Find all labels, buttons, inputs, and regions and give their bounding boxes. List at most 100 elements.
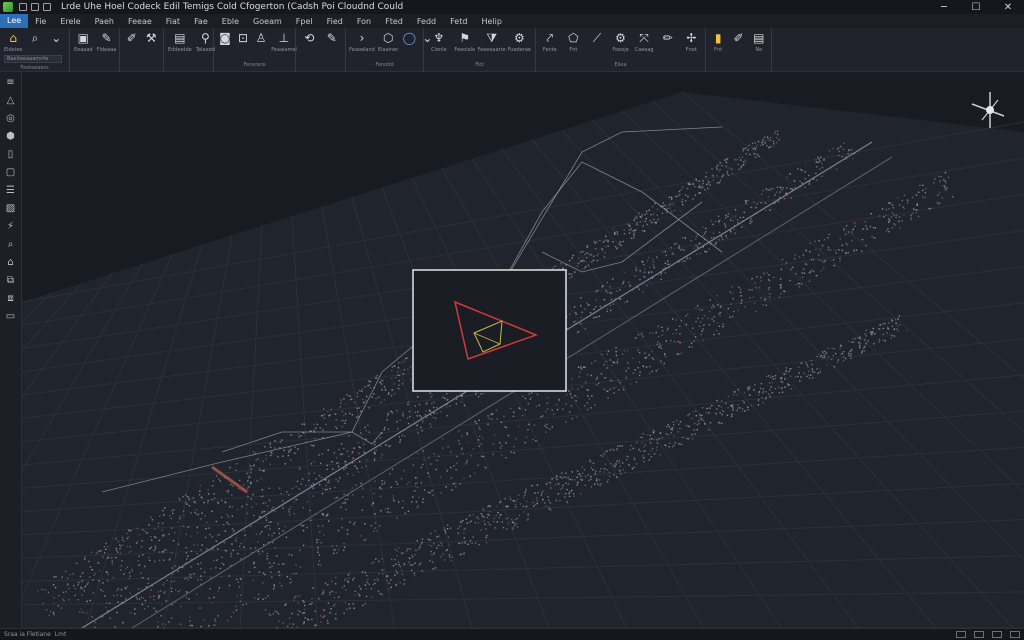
edit-tool-button[interactable]: ✎ xyxy=(323,31,342,47)
tool-tool-button[interactable]: ⟋ xyxy=(587,31,607,47)
maximize-button[interactable]: ☐ xyxy=(960,0,992,14)
save-tool-button[interactable]: ▣ Eeaaad xyxy=(74,31,93,53)
menu-item[interactable]: Fiat xyxy=(159,17,187,26)
cloud-point xyxy=(460,401,462,403)
settings-toggle-icon[interactable] xyxy=(1010,631,1020,638)
menu-item[interactable]: Fie xyxy=(28,17,53,26)
navigation-gizmo[interactable] xyxy=(971,92,1005,128)
cube-icon[interactable]: ⬢ xyxy=(5,130,17,142)
search-icon[interactable]: ⌕ xyxy=(5,238,17,250)
minimize-button[interactable]: ─ xyxy=(928,0,960,14)
menu-item[interactable]: Eble xyxy=(215,17,246,26)
window-icon[interactable]: ▭ xyxy=(5,310,17,322)
cloud-point xyxy=(732,292,734,294)
file-tool-button[interactable]: ▤ Eddeetde xyxy=(168,31,192,53)
cloud-point xyxy=(153,549,155,552)
bolt-icon[interactable]: ⚡ xyxy=(5,220,17,232)
box-icon[interactable]: ▢ xyxy=(5,166,17,178)
wand-tool-button[interactable]: ⚒ xyxy=(144,31,160,47)
folder-tool-button[interactable]: ▮ Fnt xyxy=(710,31,726,53)
viewport-canvas[interactable] xyxy=(22,72,1024,628)
menu-item[interactable]: Lee xyxy=(0,14,29,28)
cloud-point xyxy=(676,419,678,422)
layers-tool-button[interactable]: ▤ Ne xyxy=(751,31,767,53)
cloud-point xyxy=(850,149,853,151)
pin-tool-button[interactable]: ⚲ Telaadd xyxy=(196,31,215,53)
menu-item[interactable]: Fedd xyxy=(410,17,443,26)
filter-tool-button[interactable]: ⧩ Faeeeaarte xyxy=(478,31,506,54)
marker-tool-button[interactable]: ✐ xyxy=(730,31,746,47)
image-icon[interactable]: ▨ xyxy=(5,202,17,214)
chevron-down-tool-button[interactable]: ⌄ xyxy=(48,31,65,47)
cloud-point xyxy=(759,387,762,390)
arrow-tool-button[interactable]: › Feaoeland xyxy=(349,31,375,53)
cloud-point xyxy=(382,380,384,382)
copy-icon[interactable]: ⧉ xyxy=(5,274,17,286)
cloud-point xyxy=(131,570,134,572)
dig-tool-button[interactable]: ⤤ Fente xyxy=(540,31,560,54)
menu-item[interactable]: Fted xyxy=(378,17,410,26)
flag-tool-button[interactable]: ⚑ Feeoiale xyxy=(454,31,476,53)
inset-preview-panel[interactable] xyxy=(412,269,567,392)
menu-item[interactable]: Helip xyxy=(474,17,508,26)
pencil-tool-button[interactable]: ✏ xyxy=(658,31,678,47)
circle-tool-button[interactable]: ◯ xyxy=(402,31,416,47)
cloud-point xyxy=(838,154,840,157)
snap-toggle-icon[interactable] xyxy=(956,631,966,638)
fan-tool-button[interactable]: ✢ Fnot xyxy=(681,31,701,53)
cloud-point xyxy=(357,415,360,417)
layers-icon[interactable]: ≡ xyxy=(5,76,17,88)
scale-icon[interactable]: ⧈ xyxy=(5,292,17,304)
cloud-point xyxy=(492,443,495,445)
menu-item[interactable]: Goeam xyxy=(246,17,289,26)
polygon-tool-button[interactable]: ⬡ Eiaainer xyxy=(378,31,398,53)
cloud-point xyxy=(743,163,745,166)
stack-icon[interactable]: ☰ xyxy=(5,184,17,196)
search-tool-button[interactable]: ⌕ xyxy=(26,31,43,47)
user-tool-button[interactable]: ♙ xyxy=(254,31,268,47)
cloud-point xyxy=(742,161,745,163)
menu-item[interactable]: Feeae xyxy=(121,17,159,26)
point-cloud-viewport[interactable] xyxy=(22,72,1024,628)
menu-item[interactable]: Fae xyxy=(187,17,215,26)
ribbon-group-tools: ▤ Eddeetde ⚲ Telaadd xyxy=(164,28,215,60)
cloud-point xyxy=(392,495,394,497)
paint-tool-button[interactable]: ♆ Cienle xyxy=(428,31,450,53)
cloud-point xyxy=(825,352,828,354)
triangle-icon[interactable]: △ xyxy=(5,94,17,106)
move-tool-button[interactable]: ⤧ Caeeag xyxy=(634,31,654,54)
ortho-toggle-icon[interactable] xyxy=(992,631,1002,638)
cloud-point xyxy=(277,523,279,525)
cloud-point xyxy=(318,560,320,562)
cloud-point xyxy=(910,218,912,221)
shape-tool-button[interactable]: ⬠ Fnt xyxy=(564,31,584,53)
menu-item[interactable]: Fon xyxy=(350,17,378,26)
quick-undo-icon[interactable] xyxy=(31,3,39,11)
tool-icon: ⟋ xyxy=(592,30,602,45)
ribbon-search-input[interactable]: Baeiteeaaamnfe xyxy=(4,55,62,63)
quick-redo-icon[interactable] xyxy=(43,3,51,11)
camera-tool-button[interactable]: ◙ xyxy=(218,31,232,47)
tag-icon[interactable]: ⌂ xyxy=(5,256,17,268)
home-tool-button[interactable]: ⌂ Eldeiee xyxy=(4,31,22,53)
badge-tool-button[interactable]: ⚙ Fuederae xyxy=(508,31,531,53)
cloud-point xyxy=(550,487,552,489)
globe-icon[interactable]: ◎ xyxy=(5,112,17,124)
cloud-point xyxy=(550,508,552,511)
menu-item[interactable]: Fied xyxy=(320,17,350,26)
grid-toggle-icon[interactable] xyxy=(974,631,984,638)
gear-tool-button[interactable]: ⚙ Feeoje xyxy=(611,31,631,53)
lasso-tool-button[interactable]: ⟲ xyxy=(300,31,319,47)
menu-item[interactable]: Paeh xyxy=(88,17,121,26)
close-button[interactable]: ✕ xyxy=(992,0,1024,14)
menu-item[interactable]: Erele xyxy=(53,17,87,26)
pen-tool-button[interactable]: ✐ xyxy=(124,31,140,47)
brush-tool-button[interactable]: ✎ Fldeaaa xyxy=(97,31,117,53)
cloud-point xyxy=(644,213,646,216)
menu-item[interactable]: Fetd xyxy=(443,17,474,26)
lock-tool-button[interactable]: ⊡ xyxy=(236,31,250,47)
ruler-tool-button[interactable]: ⊥ Feaaiamel xyxy=(271,31,297,53)
page-icon[interactable]: ▯ xyxy=(5,148,17,160)
quick-save-icon[interactable] xyxy=(19,3,27,11)
menu-item[interactable]: Fpel xyxy=(289,17,320,26)
